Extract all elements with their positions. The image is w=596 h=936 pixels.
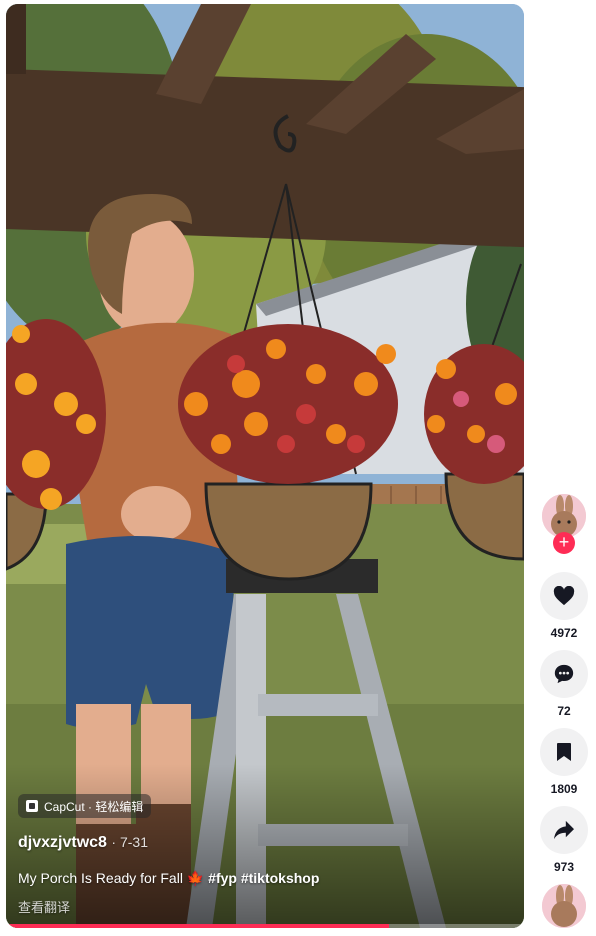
post-date: 7-31 — [119, 834, 148, 850]
capcut-watermark[interactable]: CapCut · 轻松编辑 — [18, 794, 152, 818]
maple-leaf-emoji: 🍁 — [186, 870, 205, 886]
bookmark-icon — [557, 743, 571, 761]
capcut-icon — [26, 800, 38, 812]
music-disc[interactable] — [542, 884, 586, 928]
video-caption: My Porch Is Ready for Fall 🍁 #fyp #tikto… — [18, 870, 319, 887]
share-button[interactable] — [540, 806, 588, 854]
author-name[interactable]: djvxzjvtwc8 — [18, 834, 107, 851]
progress-bar[interactable] — [6, 924, 524, 928]
post-date-separator: · — [111, 834, 120, 850]
like-count: 4972 — [550, 626, 578, 640]
share-arrow-icon — [554, 820, 574, 840]
see-translation-link[interactable]: 查看翻译 — [18, 897, 70, 916]
heart-icon — [553, 586, 575, 606]
caption-text: My Porch Is Ready for Fall — [18, 870, 183, 886]
share-count: 973 — [553, 860, 575, 874]
comment-icon — [554, 664, 574, 684]
save-button[interactable] — [540, 728, 588, 776]
like-button[interactable] — [540, 572, 588, 620]
video-player[interactable]: CapCut · 轻松编辑 djvxzjvtwc8 · 7-31 My Porc… — [6, 4, 524, 928]
video-frame — [6, 4, 524, 928]
follow-button[interactable]: + — [553, 532, 575, 554]
comment-button[interactable] — [540, 650, 588, 698]
save-count: 1809 — [550, 782, 578, 796]
capcut-label: CapCut · 轻松编辑 — [44, 799, 144, 814]
author-line: djvxzjvtwc8 · 7-31 — [18, 834, 148, 852]
progress-fill — [6, 924, 390, 928]
music-disc-icon — [542, 884, 586, 928]
comment-count: 72 — [557, 704, 571, 718]
hashtags[interactable]: #fyp #tiktokshop — [208, 870, 319, 886]
